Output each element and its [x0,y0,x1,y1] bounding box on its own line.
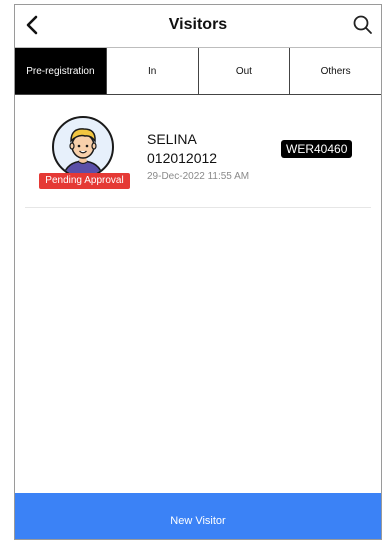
search-icon [353,15,372,34]
visitors-screen: Visitors Pre-registration In Out Others [14,4,382,540]
new-visitor-button[interactable]: New Visitor [15,493,381,539]
status-badge: Pending Approval [39,173,130,189]
visit-datetime: 29-Dec-2022 11:55 AM [147,171,250,182]
tab-out[interactable]: Out [199,48,291,94]
tab-bar: Pre-registration In Out Others [15,48,381,95]
search-button[interactable] [351,13,375,37]
visitor-name: SELINA [147,131,197,147]
tab-in[interactable]: In [107,48,199,94]
page-title: Visitors [168,16,228,33]
visitor-phone: 012012012 [147,150,218,166]
tab-pre-registration[interactable]: Pre-registration [15,48,107,94]
app-header: Visitors [15,5,381,48]
plate-number-badge: WER40460 [281,140,353,158]
avatar [51,115,115,179]
avatar-illustration [52,116,114,178]
tab-others[interactable]: Others [290,48,381,94]
visitor-card[interactable]: Pending Approval SELINA 012012012 29-Dec… [25,115,371,208]
